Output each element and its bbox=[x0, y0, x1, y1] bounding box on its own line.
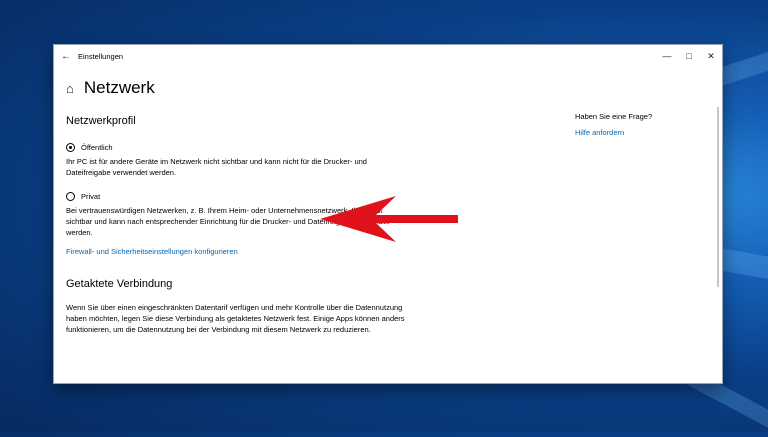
title-bar: ← Einstellungen — □ ✕ bbox=[54, 45, 722, 67]
radio-public-indicator[interactable] bbox=[66, 143, 75, 152]
home-icon[interactable]: ⌂ bbox=[66, 81, 74, 96]
close-icon: ✕ bbox=[707, 50, 715, 61]
get-help-link[interactable]: Hilfe anfordern bbox=[575, 128, 652, 137]
page-header: ⌂ Netzwerk bbox=[66, 78, 155, 98]
radio-public[interactable]: Öffentlich bbox=[66, 143, 406, 152]
metered-connection-heading: Getaktete Verbindung bbox=[66, 278, 173, 290]
page-title: Netzwerk bbox=[83, 78, 155, 97]
help-question: Haben Sie eine Frage? bbox=[575, 112, 653, 121]
minimize-icon: — bbox=[662, 51, 672, 61]
network-profile-heading: Netzwerkprofil bbox=[66, 115, 136, 127]
minimize-button[interactable]: — bbox=[656, 45, 678, 67]
red-annotation-arrow-icon bbox=[320, 196, 458, 242]
scrollbar[interactable] bbox=[717, 107, 719, 287]
window-title: Einstellungen bbox=[78, 51, 124, 61]
arrow-left-icon[interactable]: ← bbox=[54, 51, 78, 62]
maximize-icon: □ bbox=[686, 51, 692, 61]
firewall-settings-link[interactable]: Firewall- und Sicherheitseinstellungen k… bbox=[66, 247, 406, 256]
metered-description: Wenn Sie über einen eingeschränkten Date… bbox=[66, 303, 405, 334]
public-description: Ihr PC ist für andere Geräte im Netzwerk… bbox=[66, 157, 367, 177]
radio-public-label: Öffentlich bbox=[81, 143, 113, 152]
radio-private-indicator[interactable] bbox=[66, 192, 75, 201]
radio-private-label: Privat bbox=[81, 192, 101, 201]
close-button[interactable]: ✕ bbox=[700, 45, 722, 67]
help-panel: Haben Sie eine Frage? Hilfe anfordern bbox=[575, 112, 652, 137]
maximize-button[interactable]: □ bbox=[678, 45, 700, 67]
